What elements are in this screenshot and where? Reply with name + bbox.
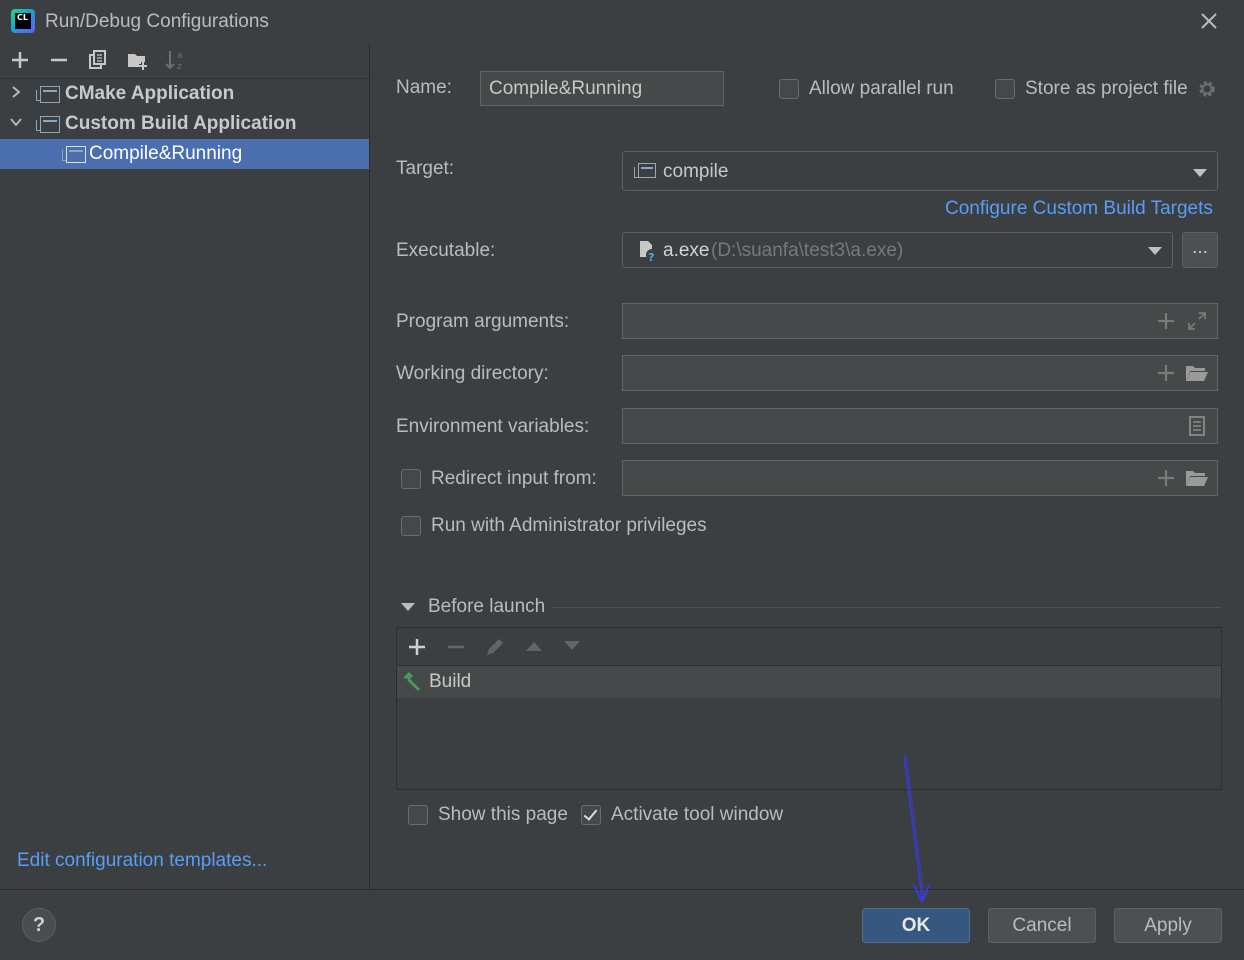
tree-item-compile-running[interactable]: Compile&Running — [0, 139, 369, 169]
chevron-down-icon — [1148, 247, 1162, 255]
before-launch-divider — [553, 607, 1221, 608]
annotation-arrow — [903, 755, 931, 904]
target-icon — [634, 163, 656, 178]
cancel-button[interactable]: Cancel — [988, 908, 1096, 943]
remove-task-icon[interactable] — [446, 637, 466, 657]
panel-divider — [369, 44, 370, 889]
custom-build-config-icon — [36, 116, 60, 133]
configure-custom-build-targets-link[interactable]: Configure Custom Build Targets — [945, 198, 1213, 220]
folder-icon[interactable] — [1185, 467, 1209, 489]
task-label: Build — [429, 671, 472, 692]
name-label: Name: — [396, 77, 452, 98]
clion-logo-icon: CL — [11, 9, 35, 33]
close-icon[interactable] — [1196, 8, 1222, 34]
edit-templates-link[interactable]: Edit configuration templates... — [17, 850, 267, 872]
gear-icon[interactable] — [1196, 78, 1218, 100]
target-combobox[interactable]: compile — [622, 151, 1218, 191]
expand-icon[interactable] — [1186, 310, 1208, 332]
working-directory-label: Working directory: — [396, 363, 549, 384]
add-macro-icon[interactable] — [1155, 467, 1177, 489]
svg-text:z: z — [177, 62, 182, 72]
executable-value: a.exe — [663, 240, 710, 261]
edit-task-icon[interactable] — [484, 636, 506, 658]
before-launch-title: Before launch — [428, 596, 546, 617]
edit-list-icon[interactable] — [1186, 415, 1208, 437]
move-down-icon[interactable] — [562, 638, 582, 654]
program-arguments-label: Program arguments: — [396, 311, 570, 332]
tree-item-cmake-application[interactable]: CMake Application — [0, 79, 369, 109]
sort-icon[interactable]: az — [164, 47, 188, 73]
run-as-admin-label: Run with Administrator privileges — [431, 515, 707, 536]
activate-tool-window-checkbox[interactable] — [581, 805, 601, 825]
add-macro-icon[interactable] — [1155, 362, 1177, 384]
hammer-icon — [403, 672, 420, 691]
tree-item-label: Compile&Running — [89, 143, 243, 164]
apply-button[interactable]: Apply — [1114, 908, 1222, 943]
collapse-triangle-icon[interactable] — [400, 600, 416, 614]
remove-icon[interactable] — [47, 47, 71, 73]
window-title: Run/Debug Configurations — [45, 11, 269, 32]
executable-combobox[interactable]: ? a.exe (D:\suanfa\test3\a.exe) — [622, 232, 1173, 268]
name-value: Compile&Running — [489, 78, 643, 99]
move-up-icon[interactable] — [524, 638, 544, 654]
target-value: compile — [663, 161, 729, 182]
ok-button[interactable]: OK — [862, 908, 970, 943]
before-launch-toolbar — [397, 628, 1221, 666]
logo-text: CL — [15, 13, 31, 29]
executable-label: Executable: — [396, 240, 496, 261]
svg-text:?: ? — [648, 251, 654, 262]
tree-item-custom-build-application[interactable]: Custom Build Application — [0, 109, 369, 139]
working-directory-field[interactable] — [622, 355, 1218, 391]
copy-icon[interactable] — [86, 47, 110, 73]
browse-executable-button[interactable]: ... — [1182, 232, 1218, 268]
name-field[interactable]: Compile&Running — [480, 71, 724, 106]
show-this-page-label: Show this page — [438, 804, 568, 825]
tree-item-label: Custom Build Application — [65, 113, 297, 134]
redirect-input-label: Redirect input from: — [431, 468, 597, 489]
target-label: Target: — [396, 158, 455, 179]
environment-variables-field[interactable] — [622, 408, 1218, 444]
allow-parallel-label: Allow parallel run — [809, 78, 954, 99]
store-project-label: Store as project file — [1025, 78, 1188, 99]
store-project-checkbox[interactable] — [995, 79, 1015, 99]
svg-text:a: a — [177, 51, 183, 61]
folder-icon[interactable] — [1185, 362, 1209, 384]
tree-item-label: CMake Application — [65, 83, 235, 104]
executable-path: (D:\suanfa\test3\a.exe) — [711, 240, 904, 261]
chevron-down-icon[interactable] — [9, 115, 23, 129]
chevron-right-icon[interactable] — [9, 85, 23, 99]
folder-add-icon[interactable] — [126, 47, 150, 73]
run-config-icon — [62, 146, 86, 163]
redirect-input-field[interactable] — [622, 460, 1218, 496]
redirect-input-checkbox[interactable] — [401, 469, 421, 489]
allow-parallel-checkbox[interactable] — [779, 79, 799, 99]
chevron-down-icon — [1193, 169, 1207, 177]
program-arguments-field[interactable] — [622, 303, 1218, 339]
before-launch-task-row[interactable]: Build — [397, 666, 1221, 698]
activate-tool-window-label: Activate tool window — [611, 804, 784, 825]
bottom-separator — [0, 889, 1244, 890]
add-macro-icon[interactable] — [1155, 310, 1177, 332]
environment-variables-label: Environment variables: — [396, 416, 590, 437]
help-button[interactable]: ? — [22, 908, 56, 942]
run-as-admin-checkbox[interactable] — [401, 516, 421, 536]
add-icon[interactable] — [8, 47, 32, 73]
cmake-config-icon — [36, 86, 60, 103]
add-task-icon[interactable] — [407, 637, 427, 657]
unknown-file-icon: ? — [640, 241, 658, 262]
show-this-page-checkbox[interactable] — [408, 805, 428, 825]
configurations-tree-panel — [0, 44, 369, 889]
